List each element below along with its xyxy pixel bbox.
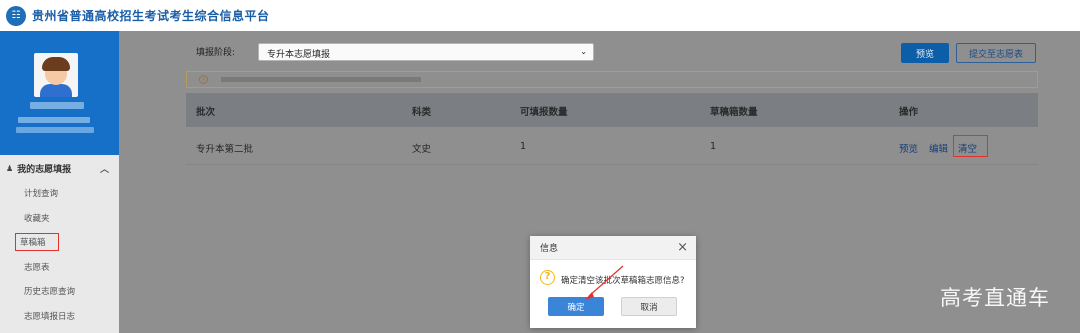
- sidebar-group-label: 我的志愿填报: [17, 164, 72, 175]
- sidebar-item-history[interactable]: 历史志愿查询: [0, 279, 119, 304]
- sidebar-item-label: 计划查询: [24, 189, 59, 200]
- confirm-dialog: 信息 × ? 确定清空该批次草稿箱志愿信息? 确定 取消: [530, 236, 696, 328]
- app-header: ☷ 贵州省普通高校招生考试考生综合信息平台: [0, 0, 1080, 31]
- sidebar-item-label: 收藏夹: [24, 213, 50, 224]
- close-icon[interactable]: ×: [677, 240, 688, 255]
- chevron-down-icon: ⌄: [580, 47, 587, 56]
- col-header-drafts: 草稿箱数量: [710, 107, 758, 118]
- sidebar-item-label: 志愿表: [24, 262, 50, 273]
- notice-bar: !: [186, 71, 1038, 88]
- sidebar-item-volunteer-form[interactable]: 志愿表: [0, 255, 119, 280]
- row-edit-link[interactable]: 编辑: [929, 141, 948, 155]
- dialog-title: 信息: [540, 244, 559, 254]
- stage-select-value: 专升本志愿填报: [267, 50, 331, 60]
- confirm-button[interactable]: 确定: [548, 297, 604, 316]
- sidebar-item-label: 志愿填报日志: [24, 311, 76, 322]
- cell-batch: 专升本第二批: [196, 144, 254, 155]
- sidebar: ♟ 我的志愿填报 ︿ 计划查询 收藏夹 草稿箱 志愿表 历史志愿查询 志愿填报日…: [0, 31, 119, 333]
- stage-select[interactable]: 专升本志愿填报 ⌄: [258, 43, 594, 61]
- sidebar-item-label: 草稿箱: [15, 233, 59, 252]
- preview-button[interactable]: 预览: [901, 43, 949, 63]
- avatar: [34, 53, 78, 97]
- person-icon: ♟: [6, 163, 14, 173]
- profile-card: [0, 31, 119, 155]
- profile-name-redacted: [30, 102, 84, 109]
- sidebar-group-my-volunteer[interactable]: ♟ 我的志愿填报 ︿: [0, 155, 119, 181]
- notice-text-redacted: [221, 77, 421, 82]
- sidebar-item-label: 历史志愿查询: [24, 287, 76, 298]
- cell-available: 1: [520, 141, 527, 152]
- table-header: 批次 科类 可填报数量 草稿箱数量 操作: [186, 93, 1038, 127]
- question-icon: ?: [540, 270, 555, 285]
- col-header-available: 可填报数量: [520, 107, 568, 118]
- info-icon: !: [199, 75, 208, 84]
- table-row: 专升本第二批 文史 1 1 预览 编辑 清空: [186, 127, 1038, 165]
- profile-id-redacted: [18, 117, 90, 123]
- sidebar-item-drafts[interactable]: 草稿箱: [0, 230, 119, 255]
- col-header-category: 科类: [412, 107, 432, 118]
- cell-category: 文史: [412, 144, 432, 155]
- app-title: 贵州省普通高校招生考试考生综合信息平台: [32, 9, 270, 23]
- dialog-message: 确定清空该批次草稿箱志愿信息?: [561, 276, 685, 286]
- col-header-batch: 批次: [196, 107, 216, 118]
- row-clear-link[interactable]: 清空: [958, 141, 977, 155]
- chevron-up-icon[interactable]: ︿: [100, 162, 109, 175]
- cancel-button[interactable]: 取消: [621, 297, 677, 316]
- submit-to-form-button[interactable]: 提交至志愿表: [956, 43, 1036, 63]
- row-preview-link[interactable]: 预览: [899, 141, 918, 155]
- col-header-actions: 操作: [899, 107, 919, 118]
- watermark-text: 高考直通车: [940, 286, 1050, 310]
- sidebar-item-plan-query[interactable]: 计划查询: [0, 181, 119, 206]
- dialog-header: 信息: [530, 236, 696, 260]
- sidebar-item-log[interactable]: 志愿填报日志: [0, 304, 119, 329]
- logo-icon: ☷: [6, 5, 26, 26]
- profile-info-redacted: [16, 127, 94, 133]
- stage-label: 填报阶段:: [196, 48, 236, 58]
- cell-drafts: 1: [710, 141, 717, 152]
- sidebar-item-favorites[interactable]: 收藏夹: [0, 206, 119, 231]
